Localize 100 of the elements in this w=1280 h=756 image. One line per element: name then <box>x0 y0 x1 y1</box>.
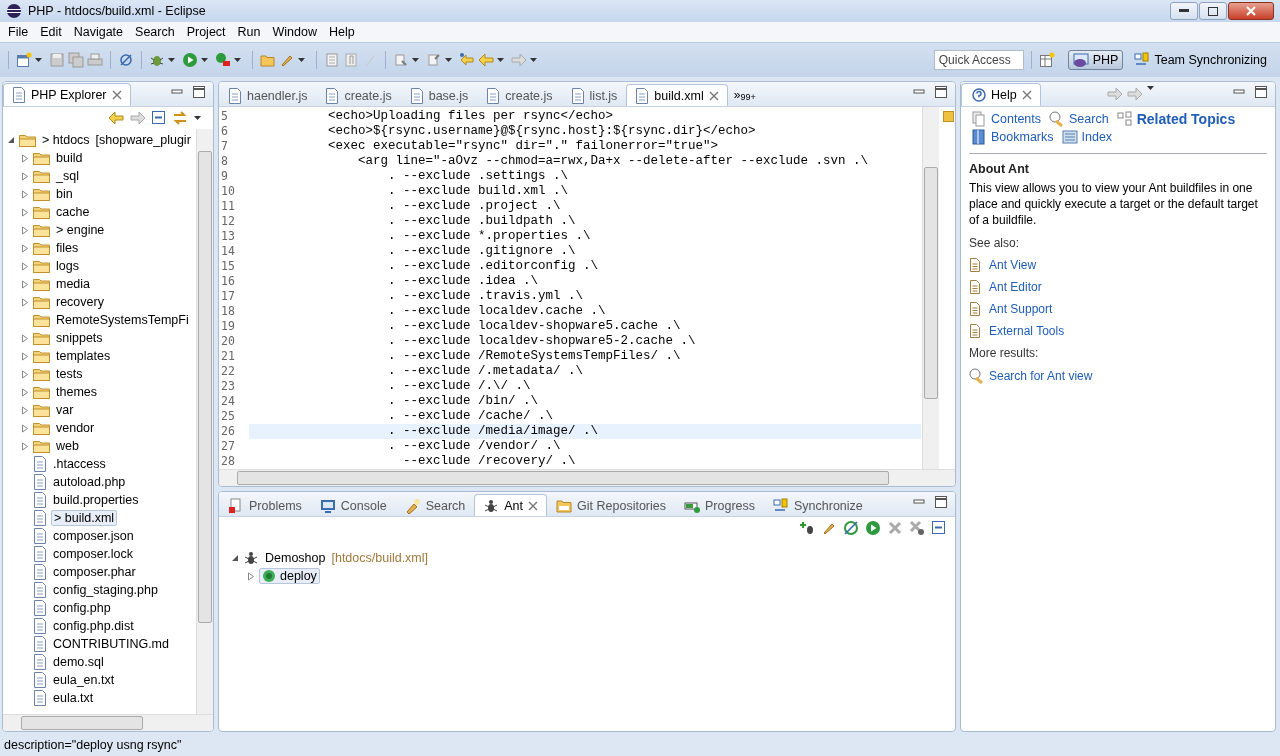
tree-item[interactable]: snippets <box>54 331 105 345</box>
perspective-button[interactable]: Team Synchronizing <box>1129 50 1272 70</box>
menu-item[interactable]: Search <box>129 25 181 39</box>
printer-icon[interactable] <box>87 52 103 68</box>
close-icon[interactable] <box>708 90 719 101</box>
caret-icon[interactable] <box>194 116 201 120</box>
tree-item[interactable]: > htdocs <box>40 133 92 147</box>
open-perspective-icon[interactable] <box>1038 52 1055 68</box>
expand-arrow-icon[interactable] <box>21 243 29 253</box>
skip-breakpoints-icon[interactable] <box>118 52 134 68</box>
tree-item[interactable]: build <box>54 151 85 165</box>
forward-arrow-icon[interactable] <box>130 110 146 126</box>
tree-item[interactable]: web <box>54 439 81 453</box>
expand-arrow-icon[interactable] <box>21 441 29 451</box>
tree-item[interactable]: vendor <box>54 421 97 435</box>
expand-arrow-icon[interactable] <box>21 153 29 163</box>
tree-item[interactable]: files <box>54 241 81 255</box>
expand-arrow-icon[interactable] <box>21 207 29 217</box>
tree-item[interactable]: > engine <box>54 223 107 237</box>
menu-item[interactable]: Help <box>322 25 361 39</box>
expand-arrow-icon[interactable] <box>21 171 29 181</box>
tree-item[interactable]: config.php.dist <box>51 619 136 633</box>
quick-access-field[interactable]: Quick Access <box>933 50 1024 70</box>
tree-item[interactable]: demo.sql <box>51 655 106 669</box>
horizontal-scrollbar[interactable] <box>3 714 213 731</box>
tree-item[interactable]: autoload.php <box>51 475 128 489</box>
expand-arrow-icon[interactable] <box>21 369 29 379</box>
help-nav-link[interactable]: Index <box>1059 129 1115 145</box>
menu-item[interactable]: File <box>2 25 35 39</box>
help-link[interactable]: Ant Support <box>989 302 1053 316</box>
editor-tab[interactable]: list.js <box>561 84 627 106</box>
tree-item[interactable]: media <box>54 277 93 291</box>
editor-tab[interactable]: create.js <box>477 84 562 106</box>
caret-icon[interactable] <box>1147 86 1155 90</box>
tree-item[interactable]: themes <box>54 385 99 399</box>
collapse-arrow-icon[interactable] <box>231 553 239 563</box>
remove-icon[interactable] <box>887 520 903 536</box>
maximize-icon[interactable] <box>935 495 947 508</box>
expand-arrow-icon[interactable] <box>21 261 29 271</box>
run-icon[interactable] <box>865 520 881 536</box>
more-tabs-button[interactable]: »99+ <box>727 88 762 106</box>
caret-icon[interactable] <box>201 58 208 62</box>
overview-marker[interactable] <box>943 111 954 122</box>
tree-item[interactable]: cache <box>54 205 92 219</box>
maximize-icon[interactable] <box>935 85 947 98</box>
external-run-icon[interactable] <box>215 52 231 68</box>
caret-icon[interactable] <box>445 58 452 62</box>
help-nav-link[interactable]: Bookmarks <box>969 129 1056 145</box>
tree-item[interactable]: RemoteSystemsTempFi <box>54 313 191 327</box>
caret-icon[interactable] <box>168 58 175 62</box>
expand-arrow-icon[interactable] <box>21 387 29 397</box>
help-link[interactable]: External Tools <box>989 324 1065 338</box>
tree-item[interactable]: > build.xml <box>51 510 118 526</box>
view-tab[interactable]: Search <box>395 494 475 516</box>
hide-targets-icon[interactable] <box>843 520 859 536</box>
tree-item[interactable]: logs <box>54 259 81 273</box>
maximize-icon[interactable] <box>1255 85 1267 98</box>
tree-item[interactable]: recovery <box>54 295 106 309</box>
horizontal-scrollbar[interactable] <box>219 469 955 486</box>
editor-tab[interactable]: create.js <box>316 84 401 106</box>
help-nav-link[interactable]: Related Topics <box>1114 111 1238 127</box>
tree-item[interactable]: composer.json <box>51 529 136 543</box>
tree-item[interactable]: var <box>54 403 76 417</box>
editor-tab[interactable]: build.xml <box>626 84 728 106</box>
help-nav-link[interactable]: Search <box>1047 111 1111 127</box>
close-window-button[interactable] <box>1228 2 1274 20</box>
collapse-arrow-icon[interactable] <box>7 135 15 145</box>
tree-item[interactable]: config.php <box>51 601 113 615</box>
expand-arrow-icon[interactable] <box>21 351 29 361</box>
view-tab[interactable]: Git Repositories <box>547 494 675 516</box>
help-nav-link[interactable]: Contents <box>969 111 1044 127</box>
tree-item[interactable]: build.properties <box>51 493 141 507</box>
view-tab[interactable]: Help <box>961 83 1041 106</box>
view-tab[interactable]: Problems <box>219 494 311 516</box>
editor-tab[interactable]: base.js <box>400 84 478 106</box>
tree-item[interactable]: composer.lock <box>51 547 135 561</box>
caret-icon[interactable] <box>497 58 504 62</box>
collapse-all-icon[interactable] <box>152 111 166 125</box>
view-tab[interactable]: Ant <box>474 494 548 516</box>
close-icon[interactable] <box>111 90 122 100</box>
menu-item[interactable]: Project <box>180 25 232 39</box>
help-link[interactable]: Ant Editor <box>989 280 1042 294</box>
tree-item[interactable]: composer.phar <box>51 565 138 579</box>
close-icon[interactable] <box>1021 90 1032 100</box>
menu-item[interactable]: Window <box>266 25 323 39</box>
tree-item[interactable]: Demoshop <box>263 551 328 565</box>
tree-item[interactable]: config_staging.php <box>51 583 160 597</box>
expand-arrow-icon[interactable] <box>21 225 29 235</box>
expand-arrow-icon[interactable] <box>21 333 29 343</box>
maximize-icon[interactable] <box>193 85 205 98</box>
tree-item[interactable]: tests <box>54 367 85 381</box>
maximize-window-button[interactable] <box>1199 2 1227 20</box>
collapse-all-icon[interactable] <box>931 520 947 536</box>
view-tab[interactable]: Progress <box>675 494 764 516</box>
caret-icon[interactable] <box>234 58 241 62</box>
forward-arrow-icon[interactable] <box>1107 86 1124 102</box>
help-link[interactable]: Ant View <box>989 258 1037 272</box>
expand-arrow-icon[interactable] <box>21 405 29 415</box>
menu-item[interactable]: Navigate <box>67 25 130 39</box>
link-editor-icon[interactable] <box>172 111 188 125</box>
